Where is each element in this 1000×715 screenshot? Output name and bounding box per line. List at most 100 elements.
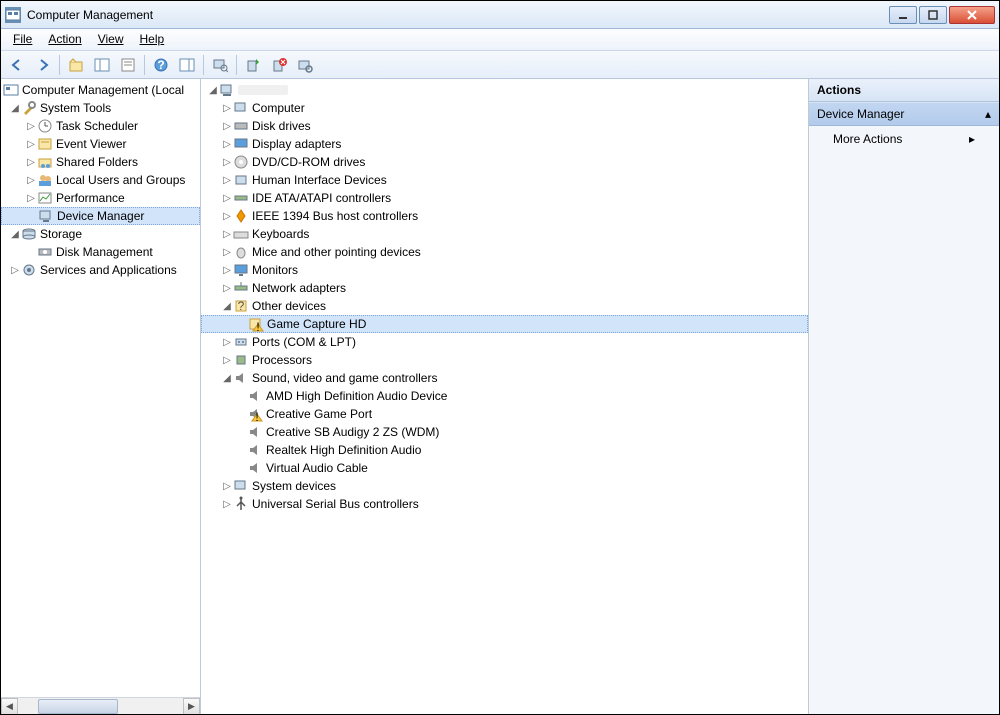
close-button[interactable]: [949, 6, 995, 24]
help-button[interactable]: ?: [149, 54, 173, 76]
tree-label: Disk Management: [56, 245, 153, 259]
properties-button[interactable]: [116, 54, 140, 76]
cat-hid[interactable]: ▷Human Interface Devices: [201, 171, 808, 189]
cat-usb[interactable]: ▷Universal Serial Bus controllers: [201, 495, 808, 513]
expander-icon[interactable]: ▷: [25, 139, 37, 150]
tree-services[interactable]: ▷ Services and Applications: [1, 261, 200, 279]
tree-device-manager[interactable]: Device Manager: [1, 207, 200, 225]
cat-disk-drives[interactable]: ▷Disk drives: [201, 117, 808, 135]
uninstall-button[interactable]: [267, 54, 291, 76]
device-amd-audio[interactable]: AMD High Definition Audio Device: [201, 387, 808, 405]
options-button[interactable]: [175, 54, 199, 76]
expander-icon[interactable]: ▷: [221, 193, 233, 204]
update-driver-button[interactable]: [241, 54, 265, 76]
scan-button[interactable]: [208, 54, 232, 76]
expander-icon[interactable]: ▷: [25, 157, 37, 168]
expander-icon[interactable]: ▷: [221, 175, 233, 186]
expander-icon[interactable]: ▷: [25, 193, 37, 204]
expander-icon[interactable]: ▷: [221, 121, 233, 132]
cat-ieee[interactable]: ▷ IEEE 1394 Bus host controllers: [201, 207, 808, 225]
scroll-thumb[interactable]: [38, 699, 118, 714]
dvd-icon: [233, 154, 249, 170]
expander-icon[interactable]: ▷: [25, 175, 37, 186]
show-hide-button[interactable]: [90, 54, 114, 76]
menu-action[interactable]: Action: [40, 29, 89, 50]
expander-icon[interactable]: ▷: [25, 121, 37, 132]
tree-label: DVD/CD-ROM drives: [252, 155, 365, 169]
cat-keyboards[interactable]: ▷ Keyboards: [201, 225, 808, 243]
menu-view[interactable]: View: [90, 29, 132, 50]
expander-icon[interactable]: ◢: [207, 85, 219, 96]
minimize-button[interactable]: [889, 6, 917, 24]
back-button[interactable]: [5, 54, 29, 76]
actions-section[interactable]: Device Manager ▴: [809, 102, 999, 126]
expander-icon[interactable]: ▷: [221, 103, 233, 114]
cat-other[interactable]: ◢?Other devices: [201, 297, 808, 315]
tree-root[interactable]: Computer Management (Local: [1, 81, 200, 99]
cat-sound[interactable]: ◢Sound, video and game controllers: [201, 369, 808, 387]
expander-icon[interactable]: ▷: [221, 247, 233, 258]
cat-computer[interactable]: ▷Computer: [201, 99, 808, 117]
menu-file[interactable]: File: [5, 29, 40, 50]
cat-network[interactable]: ▷Network adapters: [201, 279, 808, 297]
cat-system-devices[interactable]: ▷System devices: [201, 477, 808, 495]
tree-label: IEEE 1394 Bus host controllers: [252, 209, 418, 223]
device-vac[interactable]: Virtual Audio Cable: [201, 459, 808, 477]
expander-icon[interactable]: ▷: [221, 139, 233, 150]
menu-help[interactable]: Help: [132, 29, 173, 50]
device-game-capture[interactable]: !Game Capture HD: [201, 315, 808, 333]
expander-icon[interactable]: ▷: [221, 157, 233, 168]
cat-mice[interactable]: ▷Mice and other pointing devices: [201, 243, 808, 261]
tree-event-viewer[interactable]: ▷ Event Viewer: [1, 135, 200, 153]
expander-icon[interactable]: ▷: [9, 265, 21, 276]
cat-dvd[interactable]: ▷ DVD/CD-ROM drives: [201, 153, 808, 171]
expander-icon[interactable]: ◢: [221, 373, 233, 384]
console-tree[interactable]: Computer Management (Local ◢ System Tool…: [1, 79, 200, 697]
actions-more[interactable]: More Actions ▸: [809, 126, 999, 152]
tree-disk-mgmt[interactable]: Disk Management: [1, 243, 200, 261]
tree-label: Keyboards: [252, 227, 309, 241]
toolbar: ?: [1, 51, 999, 79]
up-button[interactable]: [64, 54, 88, 76]
disk-icon: [37, 244, 53, 260]
expander-icon[interactable]: ◢: [221, 301, 233, 312]
tree-performance[interactable]: ▷ Performance: [1, 189, 200, 207]
cat-processors[interactable]: ▷Processors: [201, 351, 808, 369]
tree-label: Event Viewer: [56, 137, 126, 151]
expander-icon[interactable]: ▷: [221, 355, 233, 366]
tree-system-tools[interactable]: ◢ System Tools: [1, 99, 200, 117]
expander-icon[interactable]: ▷: [221, 265, 233, 276]
tree-label: AMD High Definition Audio Device: [266, 389, 447, 403]
horizontal-scrollbar[interactable]: ◀ ▶: [1, 697, 200, 714]
expander-icon[interactable]: ▷: [221, 481, 233, 492]
tree-local-users[interactable]: ▷ Local Users and Groups: [1, 171, 200, 189]
expander-icon[interactable]: ▷: [221, 337, 233, 348]
device-tree-pane[interactable]: ◢ ▷Computer ▷Disk drives ▷Display adapte…: [201, 79, 809, 714]
scan-hardware-button[interactable]: [293, 54, 317, 76]
tree-shared-folders[interactable]: ▷ Shared Folders: [1, 153, 200, 171]
device-creative-port[interactable]: !Creative Game Port: [201, 405, 808, 423]
expander-icon[interactable]: ▷: [221, 211, 233, 222]
forward-button[interactable]: [31, 54, 55, 76]
cat-ide[interactable]: ▷IDE ATA/ATAPI controllers: [201, 189, 808, 207]
expander-icon[interactable]: ▷: [221, 499, 233, 510]
scroll-right-button[interactable]: ▶: [183, 698, 200, 715]
tree-storage[interactable]: ◢ Storage: [1, 225, 200, 243]
cat-ports[interactable]: ▷Ports (COM & LPT): [201, 333, 808, 351]
scroll-left-button[interactable]: ◀: [1, 698, 18, 715]
tree-label: Creative SB Audigy 2 ZS (WDM): [266, 425, 439, 439]
tree-task-scheduler[interactable]: ▷ Task Scheduler: [1, 117, 200, 135]
system-icon: [233, 478, 249, 494]
usb-icon: [233, 496, 249, 512]
expander-icon[interactable]: ◢: [9, 103, 21, 114]
expander-icon[interactable]: ◢: [9, 229, 21, 240]
cat-monitors[interactable]: ▷Monitors: [201, 261, 808, 279]
device-root[interactable]: ◢: [201, 81, 808, 99]
tree-label: Performance: [56, 191, 125, 205]
expander-icon[interactable]: ▷: [221, 283, 233, 294]
expander-icon[interactable]: ▷: [221, 229, 233, 240]
device-realtek[interactable]: Realtek High Definition Audio: [201, 441, 808, 459]
cat-display[interactable]: ▷Display adapters: [201, 135, 808, 153]
device-creative-sb[interactable]: Creative SB Audigy 2 ZS (WDM): [201, 423, 808, 441]
maximize-button[interactable]: [919, 6, 947, 24]
